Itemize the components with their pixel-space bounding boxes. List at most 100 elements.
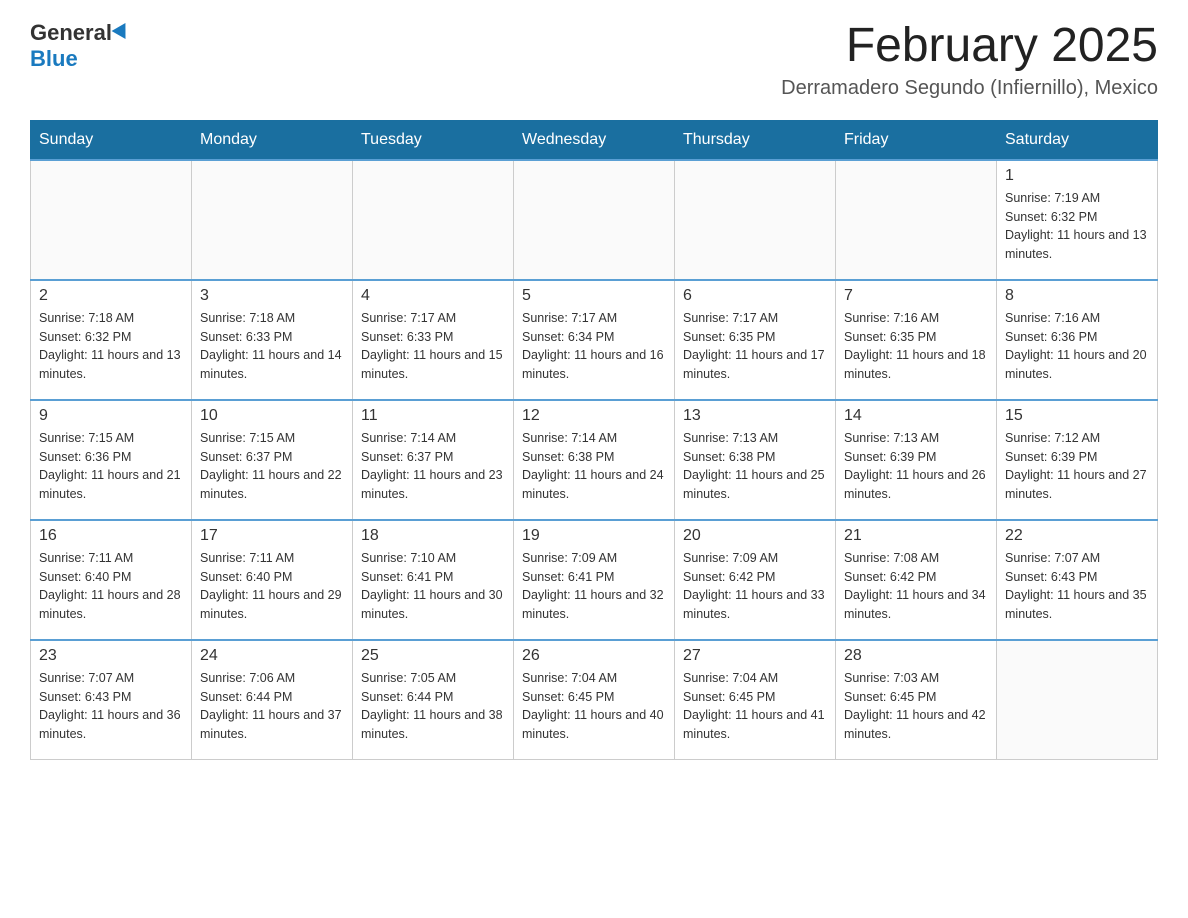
day-info: Sunrise: 7:11 AMSunset: 6:40 PMDaylight:… bbox=[39, 549, 183, 624]
page-header: General Blue February 2025 Derramadero S… bbox=[30, 20, 1158, 100]
calendar-week-row: 16 Sunrise: 7:11 AMSunset: 6:40 PMDayligh… bbox=[31, 520, 1158, 640]
calendar-day-cell: 10 Sunrise: 7:15 AMSunset: 6:37 PMDayligh… bbox=[192, 400, 353, 520]
calendar-week-row: 23 Sunrise: 7:07 AMSunset: 6:43 PMDayligh… bbox=[31, 640, 1158, 760]
day-number: 5 bbox=[522, 287, 666, 305]
calendar-day-cell: 14 Sunrise: 7:13 AMSunset: 6:39 PMDayligh… bbox=[836, 400, 997, 520]
day-number: 3 bbox=[200, 287, 344, 305]
day-info: Sunrise: 7:17 AMSunset: 6:34 PMDaylight:… bbox=[522, 309, 666, 384]
day-number: 25 bbox=[361, 647, 505, 665]
day-info: Sunrise: 7:05 AMSunset: 6:44 PMDaylight:… bbox=[361, 669, 505, 744]
calendar-day-cell: 26 Sunrise: 7:04 AMSunset: 6:45 PMDayligh… bbox=[514, 640, 675, 760]
header-row: SundayMondayTuesdayWednesdayThursdayFrid… bbox=[31, 120, 1158, 160]
logo-general-text: General bbox=[30, 20, 112, 46]
day-info: Sunrise: 7:16 AMSunset: 6:36 PMDaylight:… bbox=[1005, 309, 1149, 384]
calendar-day-cell: 8 Sunrise: 7:16 AMSunset: 6:36 PMDaylight… bbox=[997, 280, 1158, 400]
day-number: 17 bbox=[200, 527, 344, 545]
calendar-day-cell: 12Sunrise: 7:14 AMSunset: 6:38 PMDayligh… bbox=[514, 400, 675, 520]
day-info: Sunrise: 7:19 AMSunset: 6:32 PMDaylight:… bbox=[1005, 189, 1149, 264]
calendar-week-row: 2Sunrise: 7:18 AMSunset: 6:32 PMDaylight… bbox=[31, 280, 1158, 400]
calendar-day-cell bbox=[31, 160, 192, 280]
day-number: 27 bbox=[683, 647, 827, 665]
day-number: 2 bbox=[39, 287, 183, 305]
day-number: 6 bbox=[683, 287, 827, 305]
calendar-day-cell: 1 Sunrise: 7:19 AMSunset: 6:32 PMDaylight… bbox=[997, 160, 1158, 280]
calendar-day-cell: 23 Sunrise: 7:07 AMSunset: 6:43 PMDayligh… bbox=[31, 640, 192, 760]
logo-blue-text: Blue bbox=[30, 46, 78, 72]
calendar-day-cell: 7 Sunrise: 7:16 AMSunset: 6:35 PMDaylight… bbox=[836, 280, 997, 400]
day-info: Sunrise: 7:15 AMSunset: 6:37 PMDaylight:… bbox=[200, 429, 344, 504]
calendar-day-cell: 18 Sunrise: 7:10 AMSunset: 6:41 PMDayligh… bbox=[353, 520, 514, 640]
calendar-day-cell bbox=[836, 160, 997, 280]
day-number: 19 bbox=[522, 527, 666, 545]
calendar-day-cell: 15 Sunrise: 7:12 AMSunset: 6:39 PMDayligh… bbox=[997, 400, 1158, 520]
calendar-day-cell: 11 Sunrise: 7:14 AMSunset: 6:37 PMDayligh… bbox=[353, 400, 514, 520]
calendar-day-cell bbox=[997, 640, 1158, 760]
calendar-day-cell: 21 Sunrise: 7:08 AMSunset: 6:42 PMDayligh… bbox=[836, 520, 997, 640]
day-number: 15 bbox=[1005, 407, 1149, 425]
day-info: Sunrise: 7:12 AMSunset: 6:39 PMDaylight:… bbox=[1005, 429, 1149, 504]
day-info: Sunrise: 7:13 AMSunset: 6:39 PMDaylight:… bbox=[844, 429, 988, 504]
day-number: 21 bbox=[844, 527, 988, 545]
calendar-day-cell bbox=[675, 160, 836, 280]
day-of-week-header: Monday bbox=[192, 120, 353, 160]
calendar-week-row: 9 Sunrise: 7:15 AMSunset: 6:36 PMDaylight… bbox=[31, 400, 1158, 520]
day-number: 18 bbox=[361, 527, 505, 545]
calendar-day-cell bbox=[192, 160, 353, 280]
day-info: Sunrise: 7:04 AMSunset: 6:45 PMDaylight:… bbox=[683, 669, 827, 744]
calendar-day-cell bbox=[353, 160, 514, 280]
calendar-day-cell: 2Sunrise: 7:18 AMSunset: 6:32 PMDaylight… bbox=[31, 280, 192, 400]
day-info: Sunrise: 7:09 AMSunset: 6:42 PMDaylight:… bbox=[683, 549, 827, 624]
day-number: 10 bbox=[200, 407, 344, 425]
day-info: Sunrise: 7:17 AMSunset: 6:33 PMDaylight:… bbox=[361, 309, 505, 384]
calendar-day-cell: 17 Sunrise: 7:11 AMSunset: 6:40 PMDayligh… bbox=[192, 520, 353, 640]
calendar-day-cell: 22 Sunrise: 7:07 AMSunset: 6:43 PMDayligh… bbox=[997, 520, 1158, 640]
calendar-day-cell: 9 Sunrise: 7:15 AMSunset: 6:36 PMDaylight… bbox=[31, 400, 192, 520]
logo-triangle-icon bbox=[112, 23, 133, 43]
day-info: Sunrise: 7:11 AMSunset: 6:40 PMDaylight:… bbox=[200, 549, 344, 624]
day-info: Sunrise: 7:07 AMSunset: 6:43 PMDaylight:… bbox=[1005, 549, 1149, 624]
calendar-day-cell: 27 Sunrise: 7:04 AMSunset: 6:45 PMDayligh… bbox=[675, 640, 836, 760]
day-of-week-header: Tuesday bbox=[353, 120, 514, 160]
calendar-day-cell: 5 Sunrise: 7:17 AMSunset: 6:34 PMDaylight… bbox=[514, 280, 675, 400]
day-of-week-header: Saturday bbox=[997, 120, 1158, 160]
day-number: 28 bbox=[844, 647, 988, 665]
day-info: Sunrise: 7:10 AMSunset: 6:41 PMDaylight:… bbox=[361, 549, 505, 624]
day-info: Sunrise: 7:07 AMSunset: 6:43 PMDaylight:… bbox=[39, 669, 183, 744]
day-number: 16 bbox=[39, 527, 183, 545]
calendar-day-cell: 25 Sunrise: 7:05 AMSunset: 6:44 PMDayligh… bbox=[353, 640, 514, 760]
calendar-day-cell: 16 Sunrise: 7:11 AMSunset: 6:40 PMDayligh… bbox=[31, 520, 192, 640]
day-number: 11 bbox=[361, 407, 505, 425]
day-info: Sunrise: 7:14 AMSunset: 6:37 PMDaylight:… bbox=[361, 429, 505, 504]
day-info: Sunrise: 7:04 AMSunset: 6:45 PMDaylight:… bbox=[522, 669, 666, 744]
day-number: 14 bbox=[844, 407, 988, 425]
day-info: Sunrise: 7:06 AMSunset: 6:44 PMDaylight:… bbox=[200, 669, 344, 744]
day-number: 1 bbox=[1005, 167, 1149, 185]
day-of-week-header: Friday bbox=[836, 120, 997, 160]
calendar-table: SundayMondayTuesdayWednesdayThursdayFrid… bbox=[30, 120, 1158, 761]
day-info: Sunrise: 7:03 AMSunset: 6:45 PMDaylight:… bbox=[844, 669, 988, 744]
day-number: 22 bbox=[1005, 527, 1149, 545]
day-number: 24 bbox=[200, 647, 344, 665]
day-of-week-header: Wednesday bbox=[514, 120, 675, 160]
calendar-day-cell: 13Sunrise: 7:13 AMSunset: 6:38 PMDayligh… bbox=[675, 400, 836, 520]
day-info: Sunrise: 7:17 AMSunset: 6:35 PMDaylight:… bbox=[683, 309, 827, 384]
day-of-week-header: Thursday bbox=[675, 120, 836, 160]
calendar-header: SundayMondayTuesdayWednesdayThursdayFrid… bbox=[31, 120, 1158, 160]
day-info: Sunrise: 7:15 AMSunset: 6:36 PMDaylight:… bbox=[39, 429, 183, 504]
day-number: 13 bbox=[683, 407, 827, 425]
day-of-week-header: Sunday bbox=[31, 120, 192, 160]
calendar-day-cell: 24 Sunrise: 7:06 AMSunset: 6:44 PMDayligh… bbox=[192, 640, 353, 760]
day-number: 8 bbox=[1005, 287, 1149, 305]
calendar-day-cell: 28 Sunrise: 7:03 AMSunset: 6:45 PMDayligh… bbox=[836, 640, 997, 760]
day-info: Sunrise: 7:08 AMSunset: 6:42 PMDaylight:… bbox=[844, 549, 988, 624]
day-number: 26 bbox=[522, 647, 666, 665]
calendar-day-cell bbox=[514, 160, 675, 280]
day-info: Sunrise: 7:16 AMSunset: 6:35 PMDaylight:… bbox=[844, 309, 988, 384]
day-info: Sunrise: 7:09 AMSunset: 6:41 PMDaylight:… bbox=[522, 549, 666, 624]
day-number: 23 bbox=[39, 647, 183, 665]
calendar-body: 1 Sunrise: 7:19 AMSunset: 6:32 PMDaylight… bbox=[31, 160, 1158, 760]
location-title: Derramadero Segundo (Infiernillo), Mexic… bbox=[781, 77, 1158, 100]
calendar-day-cell: 6 Sunrise: 7:17 AMSunset: 6:35 PMDaylight… bbox=[675, 280, 836, 400]
day-number: 7 bbox=[844, 287, 988, 305]
day-number: 9 bbox=[39, 407, 183, 425]
